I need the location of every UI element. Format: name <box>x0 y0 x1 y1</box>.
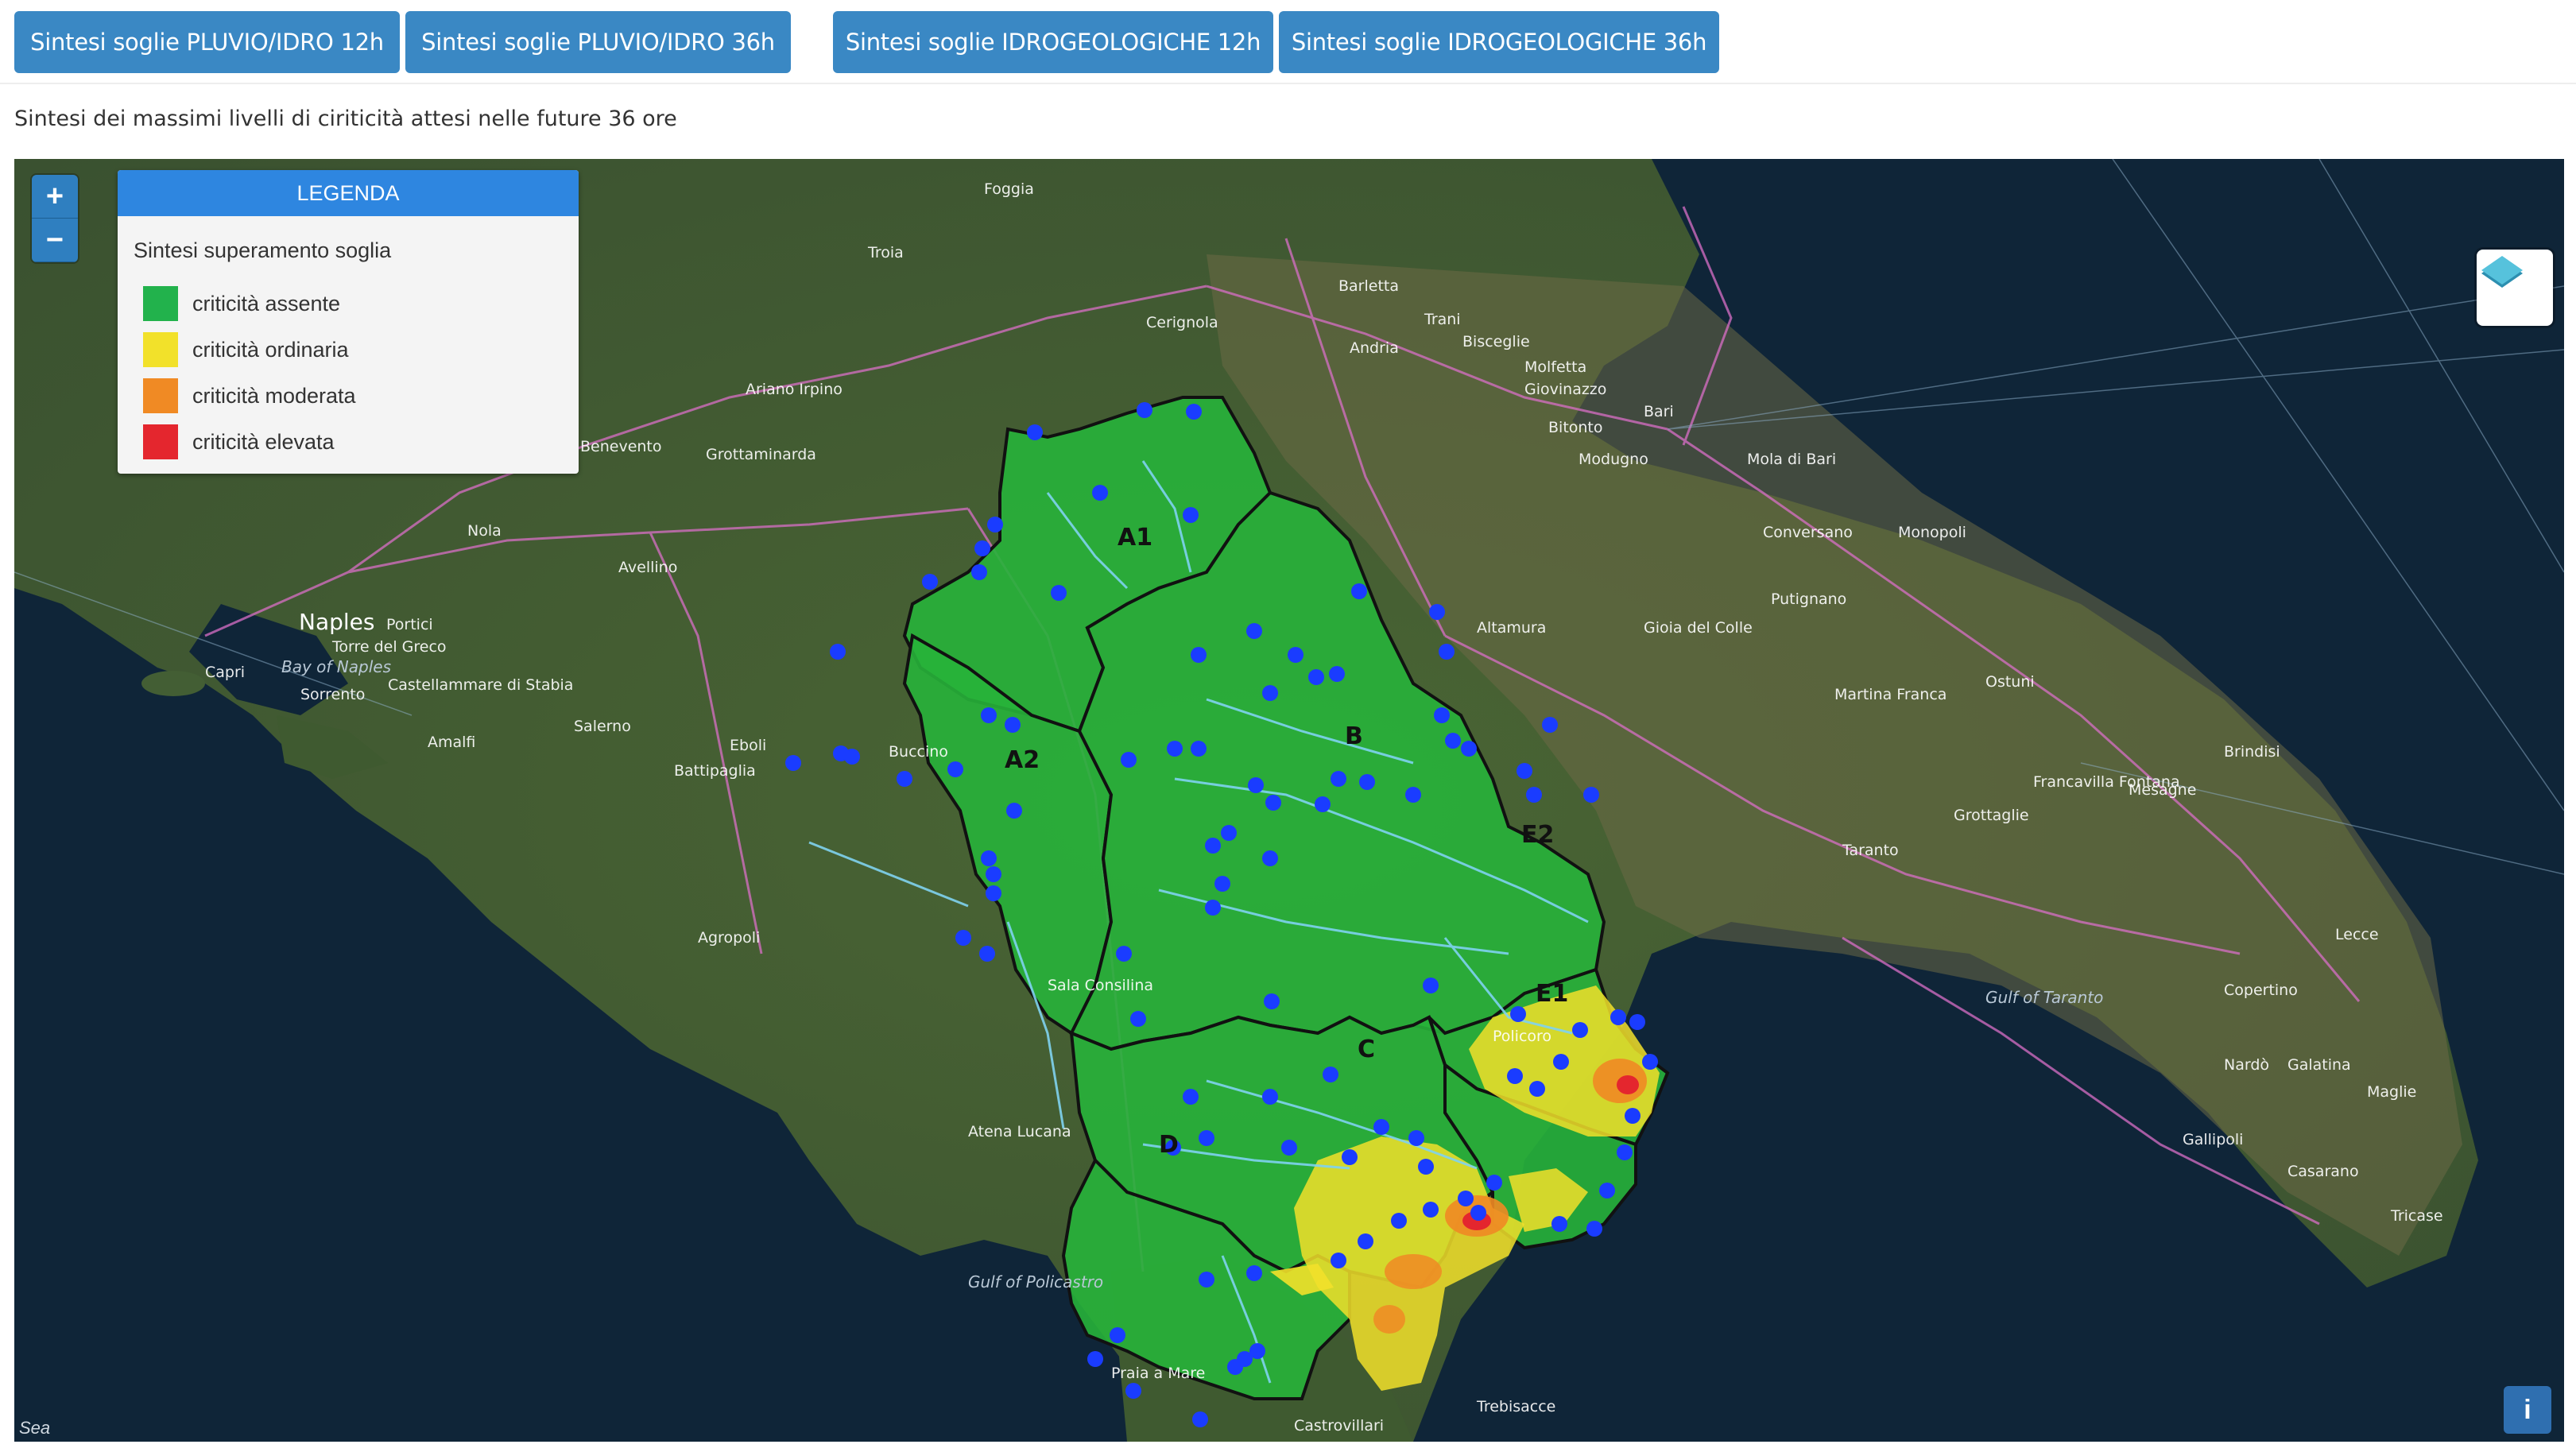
legend-item-assente: criticità assente <box>143 286 340 321</box>
zone-label-a1: A1 <box>1118 524 1152 552</box>
zoom-out-button[interactable]: − <box>32 219 78 262</box>
map-legend: LEGENDA Sintesi superamento soglia criti… <box>118 170 579 474</box>
svg-text:Mesagne: Mesagne <box>2129 781 2196 799</box>
legend-swatch-orange <box>143 378 178 413</box>
svg-text:Portici: Portici <box>386 616 433 633</box>
svg-text:Modugno: Modugno <box>1579 451 1648 468</box>
svg-text:Grottaminarda: Grottaminarda <box>706 446 816 463</box>
svg-text:Nardò: Nardò <box>2224 1056 2269 1074</box>
svg-text:Praia a Mare: Praia a Mare <box>1111 1365 1205 1382</box>
svg-text:Martina Franca: Martina Franca <box>1834 686 1947 703</box>
info-button[interactable]: i <box>2504 1386 2551 1434</box>
legend-swatch-yellow <box>143 332 178 367</box>
svg-text:Amalfi: Amalfi <box>428 734 475 751</box>
legend-title: LEGENDA <box>118 170 579 216</box>
svg-text:Buccino: Buccino <box>889 743 948 761</box>
svg-text:Troia: Troia <box>867 244 904 261</box>
legend-subtitle: Sintesi superamento soglia <box>134 238 392 262</box>
svg-text:Trebisacce: Trebisacce <box>1476 1398 1555 1415</box>
svg-text:Maglie: Maglie <box>2367 1083 2416 1101</box>
svg-text:Atena Lucana: Atena Lucana <box>968 1123 1071 1140</box>
map-view[interactable]: A1 A2 B C D E1 E2 Foggia Cerignola Barle… <box>14 159 2564 1442</box>
svg-text:Salerno: Salerno <box>574 718 631 735</box>
svg-text:Castellammare di Stabia: Castellammare di Stabia <box>388 676 573 694</box>
legend-swatch-red <box>143 424 178 459</box>
zone-label-d: D <box>1159 1131 1179 1159</box>
svg-text:Copertino: Copertino <box>2224 982 2298 999</box>
layers-button[interactable] <box>2477 250 2553 326</box>
svg-text:Barletta: Barletta <box>1338 277 1399 295</box>
svg-text:Casarano: Casarano <box>2287 1163 2359 1180</box>
svg-text:Capri: Capri <box>205 664 245 681</box>
legend-item-elevata: criticità elevata <box>143 424 335 459</box>
svg-text:Benevento: Benevento <box>580 438 662 455</box>
layers-icon <box>2481 256 2523 288</box>
svg-text:Giovinazzo: Giovinazzo <box>1524 381 1606 398</box>
zone-label-e2: E2 <box>1521 821 1554 849</box>
svg-text:Cerignola: Cerignola <box>1146 314 1218 331</box>
svg-text:Putignano: Putignano <box>1771 590 1846 608</box>
map-attribution: Sea <box>19 1418 51 1438</box>
zone-label-b: B <box>1345 722 1363 750</box>
svg-text:Ariano Irpino: Ariano Irpino <box>746 381 843 398</box>
sea-label-bay-of-naples: Bay of Naples <box>281 657 391 676</box>
svg-text:Gioia del Colle: Gioia del Colle <box>1644 619 1753 637</box>
legend-item-ordinaria: criticità ordinaria <box>143 332 349 367</box>
svg-text:Naples: Naples <box>299 609 374 635</box>
svg-text:Mola di Bari: Mola di Bari <box>1747 451 1836 468</box>
zone-label-a2: A2 <box>1005 746 1040 774</box>
svg-text:Monopoli: Monopoli <box>1898 524 1966 541</box>
svg-text:Avellino: Avellino <box>618 559 677 576</box>
svg-text:Gallipoli: Gallipoli <box>2183 1131 2243 1148</box>
sintesi-idrogeologiche-36h-button[interactable]: Sintesi soglie IDROGEOLOGICHE 36h <box>1279 11 1719 73</box>
svg-text:Sala Consilina: Sala Consilina <box>1048 977 1153 994</box>
toolbar: Sintesi soglie PLUVIO/IDRO 12h Sintesi s… <box>0 0 2576 84</box>
svg-text:Nola: Nola <box>467 522 502 540</box>
svg-text:Brindisi: Brindisi <box>2224 743 2280 761</box>
sea-label-gulf-of-policastro: Gulf of Policastro <box>968 1272 1103 1291</box>
svg-text:Conversano: Conversano <box>1763 524 1853 541</box>
svg-text:Lecce: Lecce <box>2335 926 2379 943</box>
svg-text:Galatina: Galatina <box>2287 1056 2351 1074</box>
svg-text:Agropoli: Agropoli <box>698 929 760 947</box>
sintesi-pluvio-idro-36h-button[interactable]: Sintesi soglie PLUVIO/IDRO 36h <box>405 11 791 73</box>
svg-text:Ostuni: Ostuni <box>1985 673 2035 691</box>
map-subtitle: Sintesi dei massimi livelli di ciriticit… <box>14 106 677 131</box>
sintesi-idrogeologiche-12h-button[interactable]: Sintesi soglie IDROGEOLOGICHE 12h <box>833 11 1273 73</box>
svg-text:Molfetta: Molfetta <box>1524 358 1586 376</box>
svg-text:Tricase: Tricase <box>2390 1207 2443 1225</box>
svg-text:Bisceglie: Bisceglie <box>1462 333 1530 350</box>
svg-text:Battipaglia: Battipaglia <box>674 762 756 780</box>
svg-text:Sorrento: Sorrento <box>300 686 365 703</box>
zoom-control: + − <box>32 175 78 262</box>
svg-text:Altamura: Altamura <box>1477 619 1546 637</box>
sea-label-gulf-of-taranto: Gulf of Taranto <box>1985 988 2103 1007</box>
svg-text:Trani: Trani <box>1424 311 1461 328</box>
svg-text:Torre del Greco: Torre del Greco <box>331 638 447 656</box>
sintesi-pluvio-idro-12h-button[interactable]: Sintesi soglie PLUVIO/IDRO 12h <box>14 11 400 73</box>
zone-label-c: C <box>1358 1036 1375 1063</box>
svg-text:Castrovillari: Castrovillari <box>1294 1417 1384 1435</box>
svg-text:Bitonto: Bitonto <box>1548 419 1603 436</box>
zoom-in-button[interactable]: + <box>32 175 78 219</box>
svg-text:Eboli: Eboli <box>730 737 766 754</box>
svg-text:Bari: Bari <box>1644 403 1674 420</box>
legend-swatch-green <box>143 286 178 321</box>
svg-text:Andria: Andria <box>1350 339 1399 357</box>
svg-text:Grottaglie: Grottaglie <box>1954 807 2029 824</box>
zone-label-e1: E1 <box>1536 980 1568 1008</box>
svg-text:Policoro: Policoro <box>1493 1028 1551 1045</box>
svg-text:Taranto: Taranto <box>1842 842 1899 859</box>
legend-item-moderata: criticità moderata <box>143 378 356 413</box>
svg-text:Foggia: Foggia <box>984 180 1034 198</box>
